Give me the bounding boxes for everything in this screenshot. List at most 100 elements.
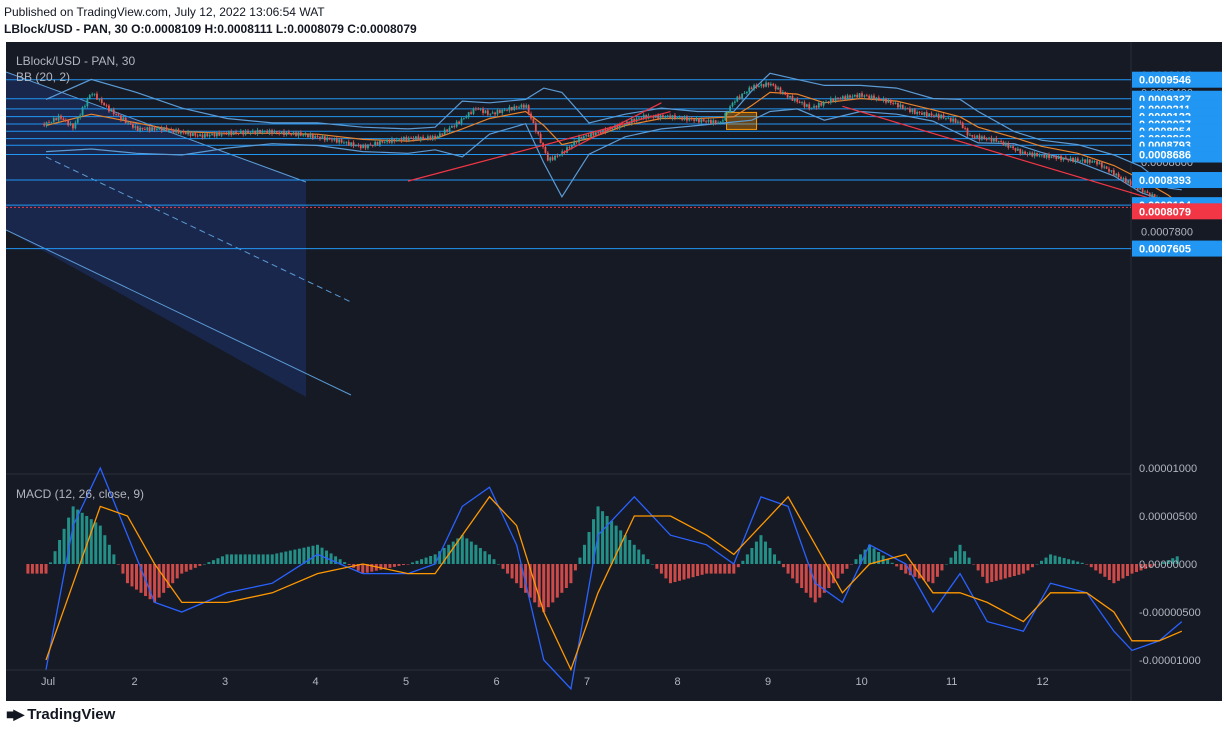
candle-body <box>1033 153 1036 157</box>
macd-histogram-bar <box>1067 559 1071 564</box>
macd-histogram-bar <box>429 556 433 564</box>
macd-histogram-bar <box>451 541 455 564</box>
candle-body <box>1096 161 1098 165</box>
candle-body <box>774 85 777 90</box>
candle-body <box>1052 156 1055 158</box>
trendlines <box>407 102 1169 205</box>
macd-histogram-bar <box>560 564 564 593</box>
candle-body <box>398 138 401 140</box>
candle-body <box>393 138 396 142</box>
macd-histogram-bar <box>641 554 645 564</box>
candle-body <box>299 132 302 136</box>
time-tick-label: 10 <box>856 676 868 688</box>
candle-body <box>227 131 230 135</box>
candle-body <box>949 117 952 122</box>
candle-body <box>424 138 427 140</box>
macd-histogram-bar <box>1008 564 1012 578</box>
macd-histogram-bar <box>990 564 994 582</box>
candle-body <box>268 130 271 134</box>
candle-body <box>177 129 180 134</box>
macd-histogram-bar <box>1021 564 1025 574</box>
macd-histogram-bar <box>424 557 428 564</box>
candle-body <box>875 97 878 100</box>
candle-body <box>439 133 441 137</box>
candle-body <box>472 108 475 114</box>
candle-body <box>249 132 252 134</box>
candle-body <box>518 107 520 109</box>
tradingview-logo[interactable]: ■▶ TradingView <box>6 704 115 724</box>
candle-body <box>446 129 448 132</box>
candle-body <box>669 115 672 119</box>
candle-body <box>772 83 775 86</box>
macd-histogram-bar <box>198 564 202 566</box>
bb-legend: BB (20, 2) <box>16 70 70 84</box>
candle-body <box>199 134 201 137</box>
candle-body <box>1081 159 1084 161</box>
candle-body <box>417 136 420 141</box>
macd-histogram-bar <box>1003 564 1007 579</box>
candle-body <box>873 95 875 100</box>
macd-histogram-bar <box>207 562 211 564</box>
macd-histogram-bar <box>668 564 672 584</box>
macd-histogram-bar <box>1135 564 1139 572</box>
candle-body <box>482 108 484 114</box>
candle-body <box>379 140 381 145</box>
macd-histogram-bar <box>555 564 559 598</box>
candle-body <box>678 117 681 119</box>
candle-body <box>328 137 331 140</box>
macd-histogram-bar <box>483 551 487 564</box>
macd-histogram-bar <box>628 540 632 564</box>
macd-histogram-bar <box>1030 564 1034 568</box>
price-chart-svg[interactable]: 0.00096000.00094000.00086000.00080000.00… <box>5 42 1222 715</box>
level-price-tag-text: 0.0008686 <box>1139 150 1191 162</box>
macd-histogram-bar <box>994 564 998 581</box>
macd-histogram-bar <box>107 544 111 564</box>
candle-body <box>405 137 408 141</box>
candle-body <box>326 137 329 141</box>
candle-body <box>1012 146 1014 149</box>
candle-body <box>813 105 815 108</box>
candle-body <box>945 118 947 120</box>
candle-body <box>863 95 866 97</box>
macd-histogram-bar <box>175 564 179 579</box>
candle-body <box>597 132 600 133</box>
macd-histogram-bar <box>940 564 944 571</box>
candle-body <box>352 142 355 147</box>
candle-body <box>158 127 161 130</box>
candle-body <box>933 115 935 117</box>
candle-body <box>115 113 118 115</box>
candle-body <box>657 115 660 119</box>
macd-histogram-bar <box>564 564 568 588</box>
macd-histogram-bar <box>1017 564 1021 575</box>
macd-histogram-bar <box>791 564 795 579</box>
candle-body <box>1108 168 1110 172</box>
candle-body <box>592 132 595 136</box>
candle-body <box>894 103 897 104</box>
macd-histogram-bar <box>1089 564 1093 568</box>
macd-histogram-bar <box>1098 564 1102 574</box>
candle-body <box>892 103 895 104</box>
candle-body <box>537 131 540 134</box>
candle-body <box>1036 153 1038 157</box>
candle-body <box>928 113 931 117</box>
macd-histogram-bar <box>836 564 840 579</box>
candle-body <box>407 137 410 141</box>
candle-body <box>1057 156 1060 160</box>
macd-histogram-bar <box>361 564 365 574</box>
chart-panel[interactable]: 0.00096000.00094000.00086000.00080000.00… <box>5 42 1222 715</box>
candle-body <box>429 136 432 140</box>
macd-histogram-bar <box>234 554 238 564</box>
macd-histogram-bar <box>1035 564 1039 565</box>
candle-body <box>419 136 422 141</box>
candle-body <box>580 136 583 139</box>
candle-body <box>834 97 837 102</box>
macd-histogram-bar <box>98 525 102 564</box>
candle-body <box>474 108 477 110</box>
candle-body <box>235 131 237 134</box>
macd-histogram-bar <box>818 564 822 598</box>
candle-body <box>170 129 173 131</box>
candle-body <box>357 145 360 146</box>
candle-body <box>913 109 916 114</box>
candle-body <box>714 120 717 124</box>
candle-body <box>467 112 470 117</box>
